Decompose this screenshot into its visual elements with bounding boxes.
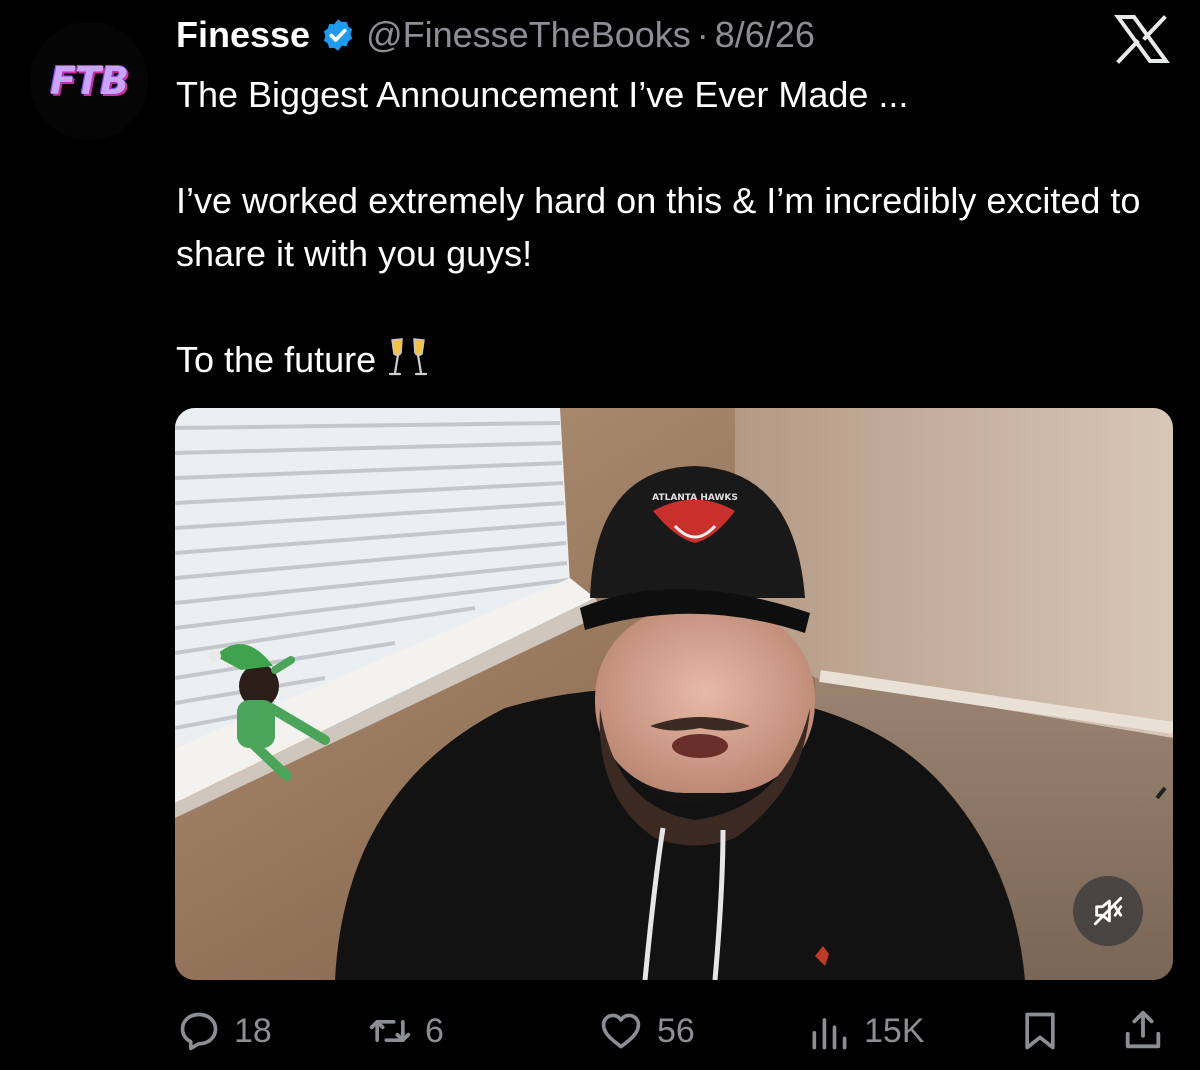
tweet-text: The Biggest Announcement I’ve Ever Made … [176, 68, 1166, 386]
repost-button[interactable]: 6 [367, 1009, 444, 1053]
video-player[interactable]: ATLANTA HAWKS [175, 408, 1173, 980]
reply-count: 18 [234, 1011, 272, 1050]
mute-button[interactable] [1073, 876, 1143, 946]
like-button[interactable]: 56 [597, 1009, 695, 1053]
post-date[interactable]: 8/6/26 [715, 14, 815, 56]
share-button[interactable] [1120, 1007, 1166, 1053]
repost-count: 6 [425, 1011, 444, 1050]
champagne-icon [389, 338, 428, 376]
mute-icon [1093, 896, 1123, 926]
tweet-line-3: To the future [176, 333, 1166, 386]
x-logo-icon [1114, 15, 1170, 64]
views-icon [812, 1018, 847, 1050]
reply-icon [180, 1012, 218, 1051]
avatar[interactable]: FTB [30, 22, 148, 140]
reply-button[interactable]: 18 [176, 1009, 272, 1053]
display-name[interactable]: Finesse [176, 14, 310, 56]
repost-icon [369, 1020, 411, 1042]
like-count: 56 [657, 1011, 695, 1050]
tweet-header: Finesse @FinesseTheBooks · 8/6/26 [176, 14, 815, 56]
bookmark-button[interactable] [1018, 1009, 1062, 1053]
views-button[interactable]: 15K [806, 1009, 925, 1053]
video-frame: ATLANTA HAWKS [175, 408, 1173, 980]
action-bar: 18 6 56 15K [0, 1004, 1200, 1060]
user-handle[interactable]: @FinesseTheBooks [366, 14, 691, 56]
verified-badge-icon [323, 19, 353, 51]
views-count: 15K [864, 1011, 925, 1050]
cap-logo-text: ATLANTA HAWKS [652, 493, 738, 503]
avatar-logo-text: FTB [50, 59, 129, 103]
bookmark-icon [1025, 1012, 1055, 1050]
share-icon [1125, 1010, 1161, 1049]
like-icon [601, 1013, 641, 1049]
tweet-line-2: I’ve worked extremely hard on this & I’m… [176, 180, 1141, 274]
tweet-line-1: The Biggest Announcement I’ve Ever Made … [176, 74, 909, 115]
tweet-line-3-text: To the future [176, 339, 377, 380]
separator-dot: · [696, 14, 709, 55]
